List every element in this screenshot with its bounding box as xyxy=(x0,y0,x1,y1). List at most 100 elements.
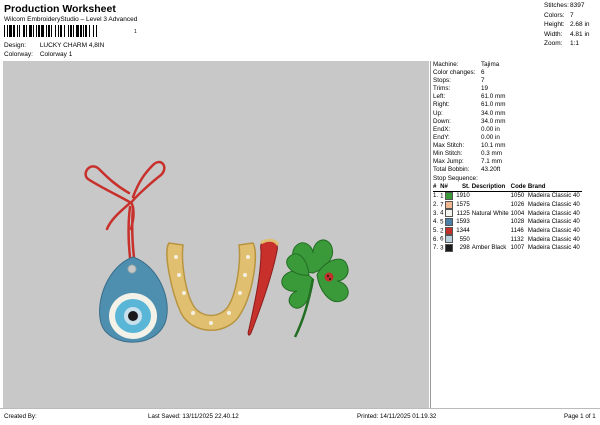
barcode-bar xyxy=(19,25,20,37)
design-row: Design: LUCKY CHARM 4,8IN xyxy=(4,42,104,49)
thread-description: Amber Black xyxy=(471,244,507,252)
property-row: Trims: 19 xyxy=(433,85,599,93)
thread-code: 1028 xyxy=(510,218,525,226)
needle-number: 3 xyxy=(440,244,456,253)
stop-number: 4. xyxy=(433,218,439,226)
stop-number: 2. xyxy=(433,200,439,208)
stat-zoom: Zoom: 1:1 xyxy=(544,40,580,47)
color-swatch xyxy=(445,244,454,253)
stop-number: 5. xyxy=(433,226,439,234)
stop-number: 3. xyxy=(433,209,439,217)
property-value: 0.00 in xyxy=(481,125,500,133)
needle-value: 7 xyxy=(440,201,444,209)
property-label: Trims: xyxy=(433,85,451,93)
evil-eye-charm xyxy=(99,256,168,343)
barcode-bar xyxy=(85,25,87,37)
col-number: # xyxy=(433,183,441,192)
barcode-bar xyxy=(33,25,34,37)
property-label: Right: xyxy=(433,101,450,109)
thread-description xyxy=(472,218,511,227)
thread-description xyxy=(472,227,511,236)
property-row: Total Bobbin: 43.20ft xyxy=(433,166,599,174)
thread-brand: Madeira Classic 40 xyxy=(527,200,580,208)
color-swatch xyxy=(445,226,454,235)
barcode-bar xyxy=(51,25,52,37)
property-row: Left: 61.0 mm xyxy=(433,93,599,101)
design-preview xyxy=(3,61,429,408)
thread-code: 1132 xyxy=(510,235,524,243)
footer: Created By: Last Saved: 13/11/2025 22.40… xyxy=(0,408,600,425)
property-label: EndX: xyxy=(433,125,451,133)
barcode-bar xyxy=(70,25,72,37)
needle-value: 2 xyxy=(440,227,444,235)
col-stitches: St. xyxy=(456,183,472,192)
needle-value: 5 xyxy=(440,218,444,226)
property-value: 34.0 mm xyxy=(481,109,506,117)
property-row: Max Stitch: 10.1 mm xyxy=(433,142,599,150)
property-value: 61.0 mm xyxy=(481,93,506,101)
color-swatch xyxy=(445,191,454,200)
stats-box: Stitches: 8397 Colors: 7 Height: 2.68 in Wi… xyxy=(544,1,598,49)
property-value: 34.0 mm xyxy=(481,117,506,125)
stitch-count: 1910 xyxy=(456,192,470,200)
red-cord xyxy=(84,160,166,268)
barcode-bar xyxy=(13,25,15,37)
thread-code: 1007 xyxy=(510,244,525,252)
stop-row: 4. 5 1593 1028 Madeira Classic 40 xyxy=(433,217,582,227)
thread-code: 1146 xyxy=(510,226,524,234)
properties-panel: Machine: Tajima Color changes: 6 Stops: 7 Trim… xyxy=(430,61,599,408)
barcode-bar xyxy=(64,25,65,37)
property-value: Tajima xyxy=(481,61,500,68)
stop-row: 6. 6 550 1132 Madeira Classic 40 xyxy=(433,235,582,244)
stitch-count: 1344 xyxy=(456,226,470,234)
color-swatch xyxy=(445,209,454,218)
property-label: Left: xyxy=(433,93,446,101)
needle-value: 1 xyxy=(440,192,444,200)
thread-code: 1050 xyxy=(510,192,525,200)
col-brand: Brand xyxy=(527,183,582,192)
property-label: Color changes: xyxy=(433,69,476,77)
software-subtitle: Wilcom EmbroideryStudio – Level 3 Advanc… xyxy=(4,16,138,23)
needle-value: 4 xyxy=(440,209,444,217)
barcode-bar xyxy=(36,25,37,37)
property-value: 43.20ft xyxy=(481,166,501,174)
property-row: Up: 34.0 mm xyxy=(433,110,599,118)
needle-number: 7 xyxy=(440,200,456,210)
property-label: Min Stitch: xyxy=(433,150,463,158)
property-value: 0.00 in xyxy=(481,133,500,141)
thread-brand: Madeira Classic 40 xyxy=(527,226,580,234)
property-value: 7 xyxy=(481,77,485,85)
property-row: Right: 61.0 mm xyxy=(433,101,599,109)
machine-properties: Machine: Tajima Color changes: 6 Stops: 7 Trim… xyxy=(431,61,599,174)
stat-stitches: Stitches: 8397 xyxy=(544,2,585,9)
property-label: Total Bobbin: xyxy=(433,166,470,174)
stitch-count: 1575 xyxy=(456,200,470,208)
stop-row: 2. 7 1575 1026 Madeira Classic 40 xyxy=(433,200,582,210)
barcode-bar xyxy=(96,25,97,37)
barcode-bar xyxy=(46,25,47,37)
thread-code: 1026 xyxy=(510,200,525,208)
thread-brand: Madeira Classic 40 xyxy=(527,209,580,217)
barcode-bar xyxy=(9,25,12,37)
stitch-count: 298 xyxy=(459,244,470,252)
property-row: Color changes: 6 xyxy=(433,69,599,77)
property-label: EndY: xyxy=(433,133,450,141)
stop-row: 3. 4 1125 Natural White 1004 Madeira Classic… xyxy=(433,209,582,218)
property-row: Min Stitch: 0.3 mm xyxy=(433,150,599,158)
stop-row: 1. 1 1910 1050 Madeira Classic 40 xyxy=(433,191,582,200)
page-number: Page 1 of 1 xyxy=(564,413,596,420)
last-saved: Last Saved: 13/11/2025 22.40.12 xyxy=(148,413,239,420)
thread-brand: Madeira Classic 40 xyxy=(527,192,580,200)
stop-row: 5. 2 1344 1146 Madeira Classic 40 xyxy=(433,226,582,236)
stat-height: Height: 2.68 in xyxy=(544,21,590,28)
thread-description xyxy=(472,235,511,244)
needle-number: 4 xyxy=(440,209,456,218)
worksheet-title: Production Worksheet xyxy=(4,3,116,15)
barcode-bar xyxy=(29,25,32,37)
property-row: EndY: 0.00 in xyxy=(433,134,599,142)
col-needle: N# xyxy=(440,183,457,192)
color-swatch xyxy=(445,200,454,209)
barcode-bar xyxy=(83,25,84,37)
needle-value: 6 xyxy=(440,235,444,243)
color-swatch xyxy=(445,217,454,226)
